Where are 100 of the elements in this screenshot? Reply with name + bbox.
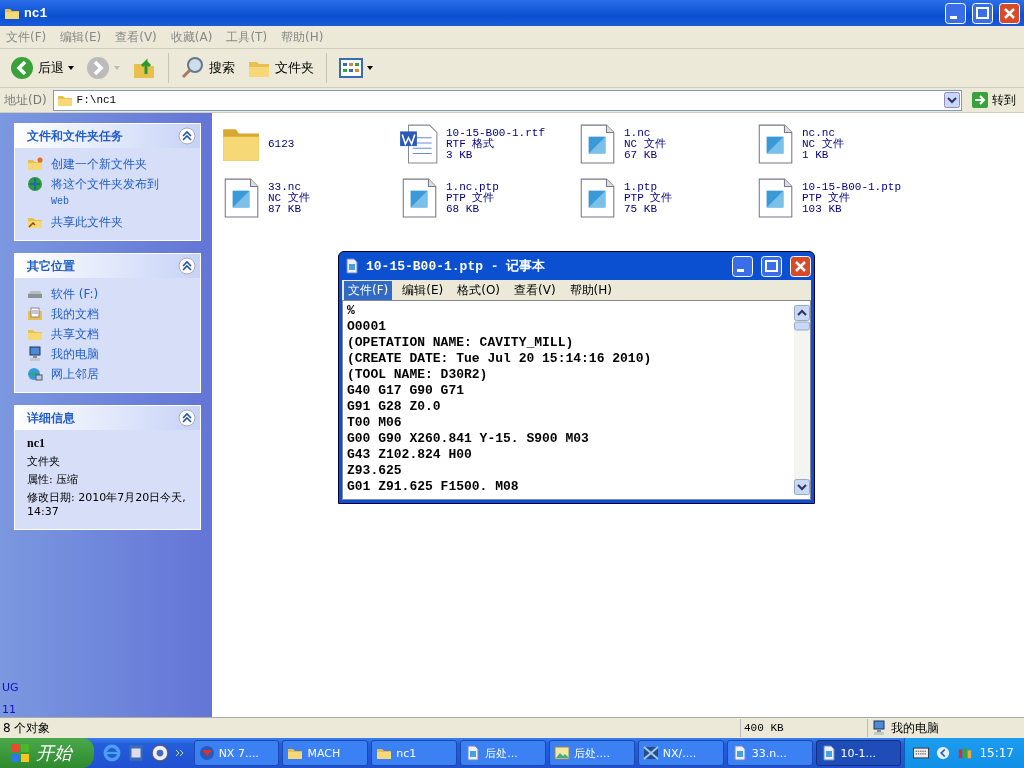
windows-flag-icon [10, 743, 30, 763]
file-name[interactable]: 1.nc [624, 127, 666, 139]
more-chevron-icon[interactable] [174, 749, 185, 757]
panel-title: 文件和文件夹任务 [27, 127, 123, 145]
taskbar-button[interactable]: nc1 [371, 740, 458, 766]
folder-up-icon [132, 56, 156, 80]
menu-item[interactable]: 查看(V) [510, 280, 560, 300]
file-name[interactable]: 1.nc.ptp [446, 181, 499, 193]
file-name[interactable]: 6123 [268, 138, 295, 150]
computer-icon [871, 720, 887, 736]
pane-text: 11 [2, 705, 17, 715]
text-line: G43 Z102.824 H00 [347, 447, 473, 463]
text-line: G01 Z91.625 F1500. M08 [347, 479, 520, 495]
caret-icon [367, 66, 373, 70]
task-link[interactable]: 创建一个新文件夹 [51, 156, 147, 172]
panel-title: 其它位置 [27, 257, 75, 275]
close-button[interactable] [999, 2, 1020, 24]
window-title: nc1 [24, 5, 48, 21]
file-size: 75 KB [624, 203, 657, 215]
maximize-button[interactable] [972, 2, 993, 24]
task-link[interactable]: 共享文档 [51, 326, 99, 342]
text-line: O0001 [347, 319, 387, 335]
word-document-icon[interactable] [398, 122, 440, 166]
folder-icon [27, 156, 43, 172]
status-text: 8 个对象 [2, 719, 52, 737]
nx-window-icon [642, 745, 659, 761]
show-hidden-icon[interactable] [935, 746, 952, 760]
file-size: 1 KB [802, 149, 829, 161]
picture-icon [554, 745, 570, 761]
collapse-icon[interactable] [178, 409, 196, 427]
menu-item[interactable]: 文件(F) [344, 280, 393, 300]
file-size: 68 KB [446, 203, 479, 215]
maximize-button[interactable] [761, 255, 782, 277]
status-text: 我的电脑 [891, 719, 939, 737]
text-line: G40 G17 G90 G71 [347, 383, 466, 399]
text-line: % [347, 303, 356, 319]
file-size: 3 KB [446, 149, 473, 161]
task-link[interactable]: 我的电脑 [51, 346, 99, 362]
tray-app-icon[interactable] [957, 746, 974, 760]
keyboard-icon[interactable] [913, 746, 930, 760]
menu-item[interactable]: 格式(O) [453, 280, 505, 300]
collapse-icon[interactable] [178, 127, 196, 145]
taskbar-button[interactable]: NX/.... [637, 740, 724, 766]
clock: 15:17 [979, 746, 1014, 760]
collapse-icon[interactable] [178, 257, 196, 275]
start-button[interactable]: 开始 [0, 738, 94, 768]
file-size: 103 KB [802, 203, 842, 215]
task-link[interactable]: 网上邻居 [51, 366, 99, 382]
taskbar-button[interactable]: NX 7.... [193, 740, 280, 766]
dropdown-button[interactable] [944, 92, 960, 108]
document-icon [344, 258, 360, 274]
task-link[interactable]: 共享此文件夹 [51, 214, 123, 230]
menu-item[interactable]: 帮助(H) [565, 280, 616, 300]
menu-item[interactable]: 查看(V) [115, 28, 157, 46]
menu-item[interactable]: 工具(T) [226, 28, 268, 46]
minimize-button[interactable] [945, 2, 966, 24]
text-line: Z93.625 [347, 463, 403, 479]
task-link[interactable]: 将这个文件夹发布到 Web [51, 176, 159, 210]
panel-title: 详细信息 [27, 409, 75, 427]
file-type: RTF 格式 [446, 138, 496, 150]
menu-item[interactable]: 编辑(E) [60, 28, 102, 46]
taskbar-button[interactable]: 10-1... [815, 740, 902, 766]
globe-icon [27, 176, 43, 192]
text-line: T00 M06 [347, 415, 403, 431]
file-name[interactable]: nc.nc [802, 127, 844, 139]
go-button[interactable]: 转到 [968, 91, 1020, 109]
file-name[interactable]: 10-15-B00-1.ptp [802, 181, 902, 193]
text-line: G00 G90 X260.841 Y-15. S900 M03 [347, 431, 590, 447]
taskbar-button[interactable]: 后处.... [549, 740, 635, 766]
app-icon[interactable] [150, 744, 169, 762]
detail-text: 属性: 压缩 [27, 473, 80, 487]
back-button[interactable]: 后退 [6, 53, 78, 83]
menu-item[interactable]: 收藏(A) [170, 28, 213, 46]
menu-item[interactable]: 帮助(H) [281, 28, 324, 46]
close-button[interactable] [790, 255, 811, 277]
minimize-button[interactable] [732, 255, 753, 277]
media-icon[interactable] [126, 744, 145, 762]
task-link[interactable]: 软件 (F:) [51, 286, 99, 302]
taskbar-button[interactable]: 后处... [460, 740, 546, 766]
search-button[interactable]: 搜索 [177, 53, 239, 83]
address-field[interactable]: F:\nc1 [52, 89, 962, 111]
file-size: 67 KB [624, 149, 657, 161]
folder-type: 文件夹 [27, 455, 61, 469]
file-name[interactable]: 1.ptp [624, 181, 673, 193]
file-type: PTP 文件 [446, 192, 495, 204]
file-type: PTP 文件 [802, 192, 851, 204]
document-icon [465, 745, 482, 761]
taskbar-button[interactable]: MACH [282, 740, 369, 766]
folders-button[interactable]: 文件夹 [243, 53, 318, 83]
detail-text: 修改日期: 2010年7月20日今天, 14:37 [27, 491, 187, 519]
menu-item[interactable]: 编辑(E) [398, 280, 448, 300]
taskbar-button[interactable]: 33.n... [726, 740, 813, 766]
file-name[interactable]: 33.nc [268, 181, 310, 193]
menu-item[interactable]: 文件(F) [6, 28, 47, 46]
text-line: (OPETATION NAME: CAVITY_MILL) [347, 335, 575, 351]
nx-logo-icon [198, 745, 215, 761]
file-size: 87 KB [268, 203, 301, 215]
task-link[interactable]: 我的文档 [51, 306, 99, 322]
file-name[interactable]: 10-15-B00-1.rtf [446, 127, 546, 139]
network-icon [27, 366, 43, 382]
